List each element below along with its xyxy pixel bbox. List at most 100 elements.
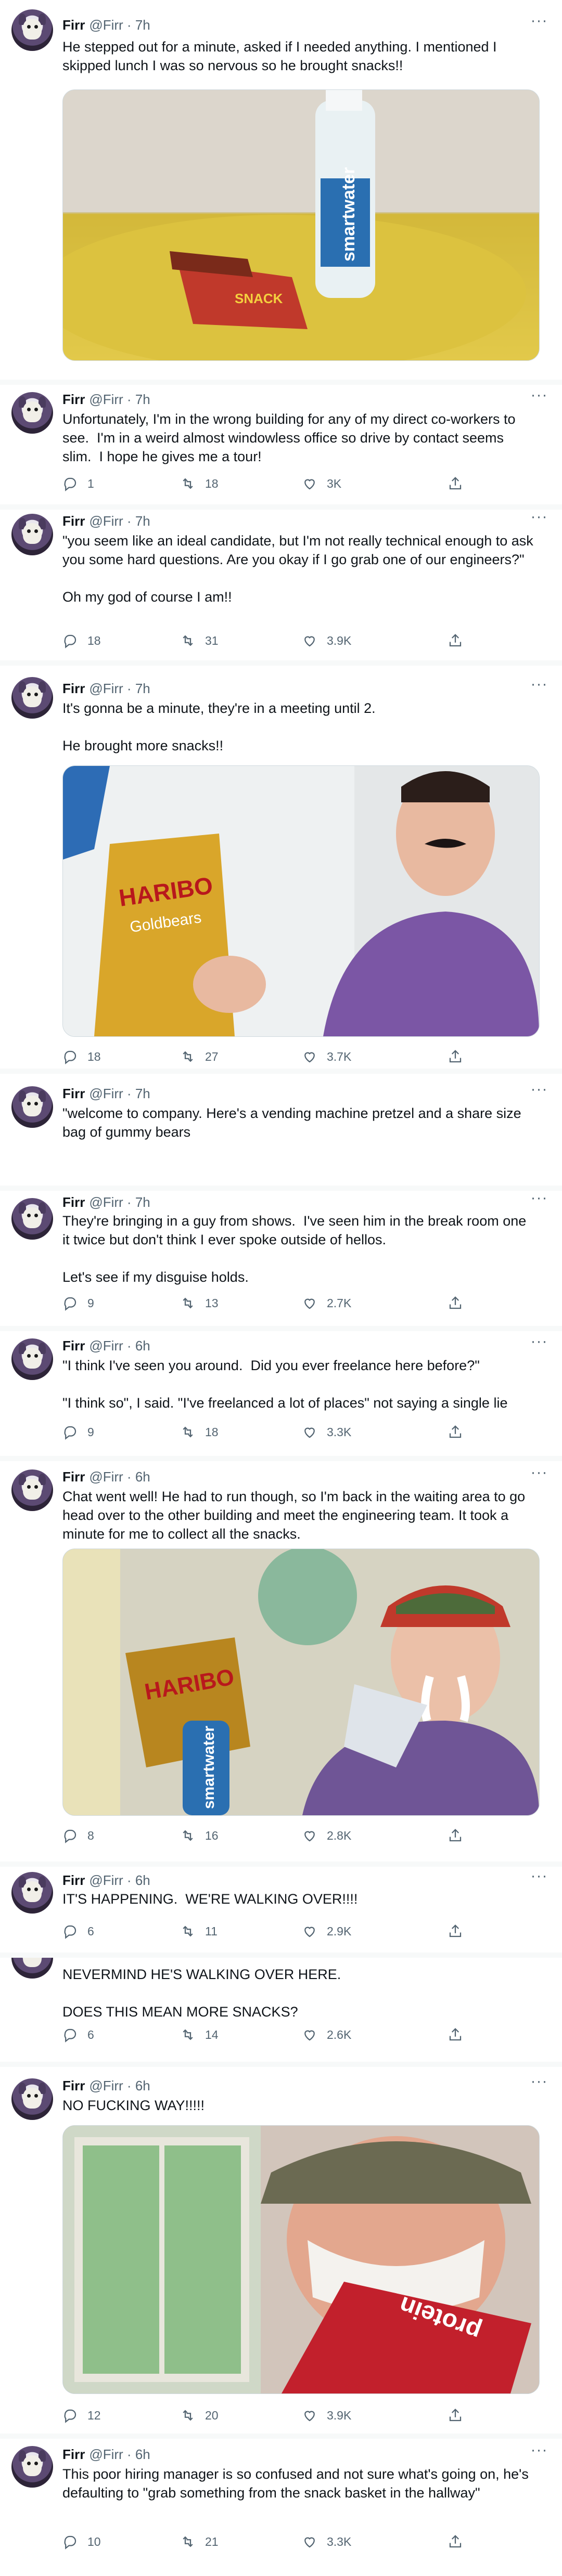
author-name[interactable]: Firr: [62, 2078, 85, 2094]
author-handle[interactable]: @Firr · 6h: [89, 2078, 150, 2094]
tweet-2[interactable]: Firr @Firr · 7h ··· "you seem like an ide…: [0, 510, 562, 660]
share-button[interactable]: [448, 1049, 472, 1064]
tweet-photo[interactable]: HARIBO Goldbears: [62, 765, 540, 1037]
retweet-button[interactable]: 18: [180, 476, 219, 491]
author-name[interactable]: Firr: [62, 1338, 85, 1354]
author-handle[interactable]: @Firr · 6h: [89, 1469, 150, 1485]
author-name[interactable]: Firr: [62, 1194, 85, 1211]
more-icon[interactable]: ···: [529, 1465, 550, 1483]
author-handle[interactable]: @Firr · 6h: [89, 1872, 150, 1889]
avatar[interactable]: [11, 1469, 53, 1511]
retweet-button[interactable]: 13: [180, 1295, 219, 1311]
author-name[interactable]: Firr: [62, 681, 85, 697]
avatar[interactable]: [11, 392, 53, 434]
like-button[interactable]: 3.7K: [302, 1049, 351, 1064]
reply-button[interactable]: 8: [62, 1828, 94, 1843]
like-button[interactable]: 3.9K: [302, 2408, 351, 2423]
tweet-photo[interactable]: smartwater SNACK: [62, 89, 540, 361]
share-button[interactable]: [448, 1295, 472, 1311]
retweet-button[interactable]: 16: [180, 1828, 219, 1843]
avatar[interactable]: [11, 1198, 53, 1240]
tweet-1[interactable]: Firr @Firr · 7h ··· Unfortunately, I'm in…: [0, 385, 562, 504]
author-handle[interactable]: @Firr · 6h: [89, 2447, 150, 2463]
tweet-0[interactable]: Firr @Firr · 7h ··· He stepped out for a …: [0, 0, 562, 380]
like-button[interactable]: 2.6K: [302, 2027, 351, 2042]
author-name[interactable]: Firr: [62, 1872, 85, 1889]
author-handle[interactable]: @Firr · 7h: [89, 17, 150, 33]
share-button[interactable]: [448, 633, 472, 648]
more-icon[interactable]: ···: [529, 2442, 550, 2461]
avatar[interactable]: [11, 2078, 53, 2120]
author-handle[interactable]: @Firr · 7h: [89, 1194, 150, 1211]
share-button[interactable]: [448, 1828, 472, 1843]
author-handle[interactable]: @Firr · 6h: [89, 1338, 150, 1354]
like-button[interactable]: 3K: [302, 476, 341, 491]
avatar[interactable]: [11, 1338, 53, 1380]
share-button[interactable]: [448, 1923, 472, 1939]
share-button[interactable]: [448, 1424, 472, 1440]
more-icon[interactable]: ···: [529, 387, 550, 406]
share-button[interactable]: [448, 2408, 472, 2423]
tweet-photo[interactable]: HARIBO smartwater: [62, 1549, 540, 1816]
avatar[interactable]: [11, 677, 53, 719]
more-icon[interactable]: ···: [529, 676, 550, 695]
like-button[interactable]: 2.9K: [302, 1923, 351, 1939]
reply-button[interactable]: 10: [62, 2534, 101, 2549]
author-name[interactable]: Firr: [62, 392, 85, 408]
author-name[interactable]: Firr: [62, 513, 85, 529]
author-handle[interactable]: @Firr · 7h: [89, 392, 150, 408]
tweet-7[interactable]: Firr @Firr · 6h ··· Chat went well! He ha…: [0, 1461, 562, 1862]
retweet-button[interactable]: 21: [180, 2534, 219, 2549]
author-handle[interactable]: @Firr · 7h: [89, 681, 150, 697]
tweet-10[interactable]: Firr @Firr · 6h ··· NO FUCKING WAY!!!!! p…: [0, 2067, 562, 2434]
share-button[interactable]: [448, 2534, 472, 2549]
avatar[interactable]: [11, 1958, 53, 1979]
retweet-button[interactable]: 20: [180, 2408, 219, 2423]
like-button[interactable]: 2.8K: [302, 1828, 351, 1843]
more-icon[interactable]: ···: [529, 2074, 550, 2092]
avatar[interactable]: [11, 514, 53, 555]
author-handle[interactable]: @Firr · 7h: [89, 1086, 150, 1102]
author-name[interactable]: Firr: [62, 2447, 85, 2463]
reply-button[interactable]: 6: [62, 2027, 94, 2042]
more-icon[interactable]: ···: [529, 1191, 550, 1208]
share-button[interactable]: [448, 2027, 472, 2042]
tweet-6[interactable]: Firr @Firr · 6h ··· "I think I've seen yo…: [0, 1331, 562, 1456]
reply-button[interactable]: 1: [62, 476, 94, 491]
like-button[interactable]: 2.7K: [302, 1295, 351, 1311]
reply-button[interactable]: 12: [62, 2408, 101, 2423]
author-name[interactable]: Firr: [62, 1086, 85, 1102]
like-button[interactable]: 3.9K: [302, 633, 351, 648]
author-name[interactable]: Firr: [62, 17, 85, 33]
retweet-button[interactable]: 31: [180, 633, 219, 648]
more-icon[interactable]: ···: [529, 510, 550, 527]
reply-button[interactable]: 9: [62, 1424, 94, 1440]
tweet-8[interactable]: Firr @Firr · 6h ··· IT'S HAPPENING. WE'RE…: [0, 1867, 562, 1953]
like-button[interactable]: 3.3K: [302, 1424, 351, 1440]
more-icon[interactable]: ···: [529, 1334, 550, 1352]
reply-button[interactable]: 18: [62, 633, 101, 648]
more-icon[interactable]: ···: [529, 13, 550, 31]
avatar[interactable]: [11, 1086, 53, 1128]
tweet-9[interactable]: NEVERMIND HE'S WALKING OVER HERE. DOES T…: [0, 1958, 562, 2062]
tweet-photo[interactable]: protein: [62, 2125, 540, 2394]
share-button[interactable]: [448, 476, 472, 491]
more-icon[interactable]: ···: [529, 1082, 550, 1100]
avatar[interactable]: [11, 9, 53, 51]
more-icon[interactable]: ···: [529, 1868, 550, 1887]
retweet-button[interactable]: 18: [180, 1424, 219, 1440]
author-name[interactable]: Firr: [62, 1469, 85, 1485]
retweet-button[interactable]: 27: [180, 1049, 219, 1064]
tweet-11[interactable]: Firr @Firr · 6h ··· This poor hiring mana…: [0, 2439, 562, 2576]
tweet-5[interactable]: Firr @Firr · 7h ··· They're bringing in a…: [0, 1191, 562, 1326]
tweet-3[interactable]: Firr @Firr · 7h ··· It's gonna be a minut…: [0, 666, 562, 1069]
like-button[interactable]: 3.3K: [302, 2534, 351, 2549]
reply-button[interactable]: 9: [62, 1295, 94, 1311]
reply-button[interactable]: 6: [62, 1923, 94, 1939]
reply-button[interactable]: 18: [62, 1049, 101, 1064]
tweet-4[interactable]: Firr @Firr · 7h ··· "welcome to company. …: [0, 1074, 562, 1186]
author-handle[interactable]: @Firr · 7h: [89, 513, 150, 529]
avatar[interactable]: [11, 2446, 53, 2488]
retweet-button[interactable]: 11: [180, 1923, 218, 1939]
retweet-button[interactable]: 14: [180, 2027, 219, 2042]
